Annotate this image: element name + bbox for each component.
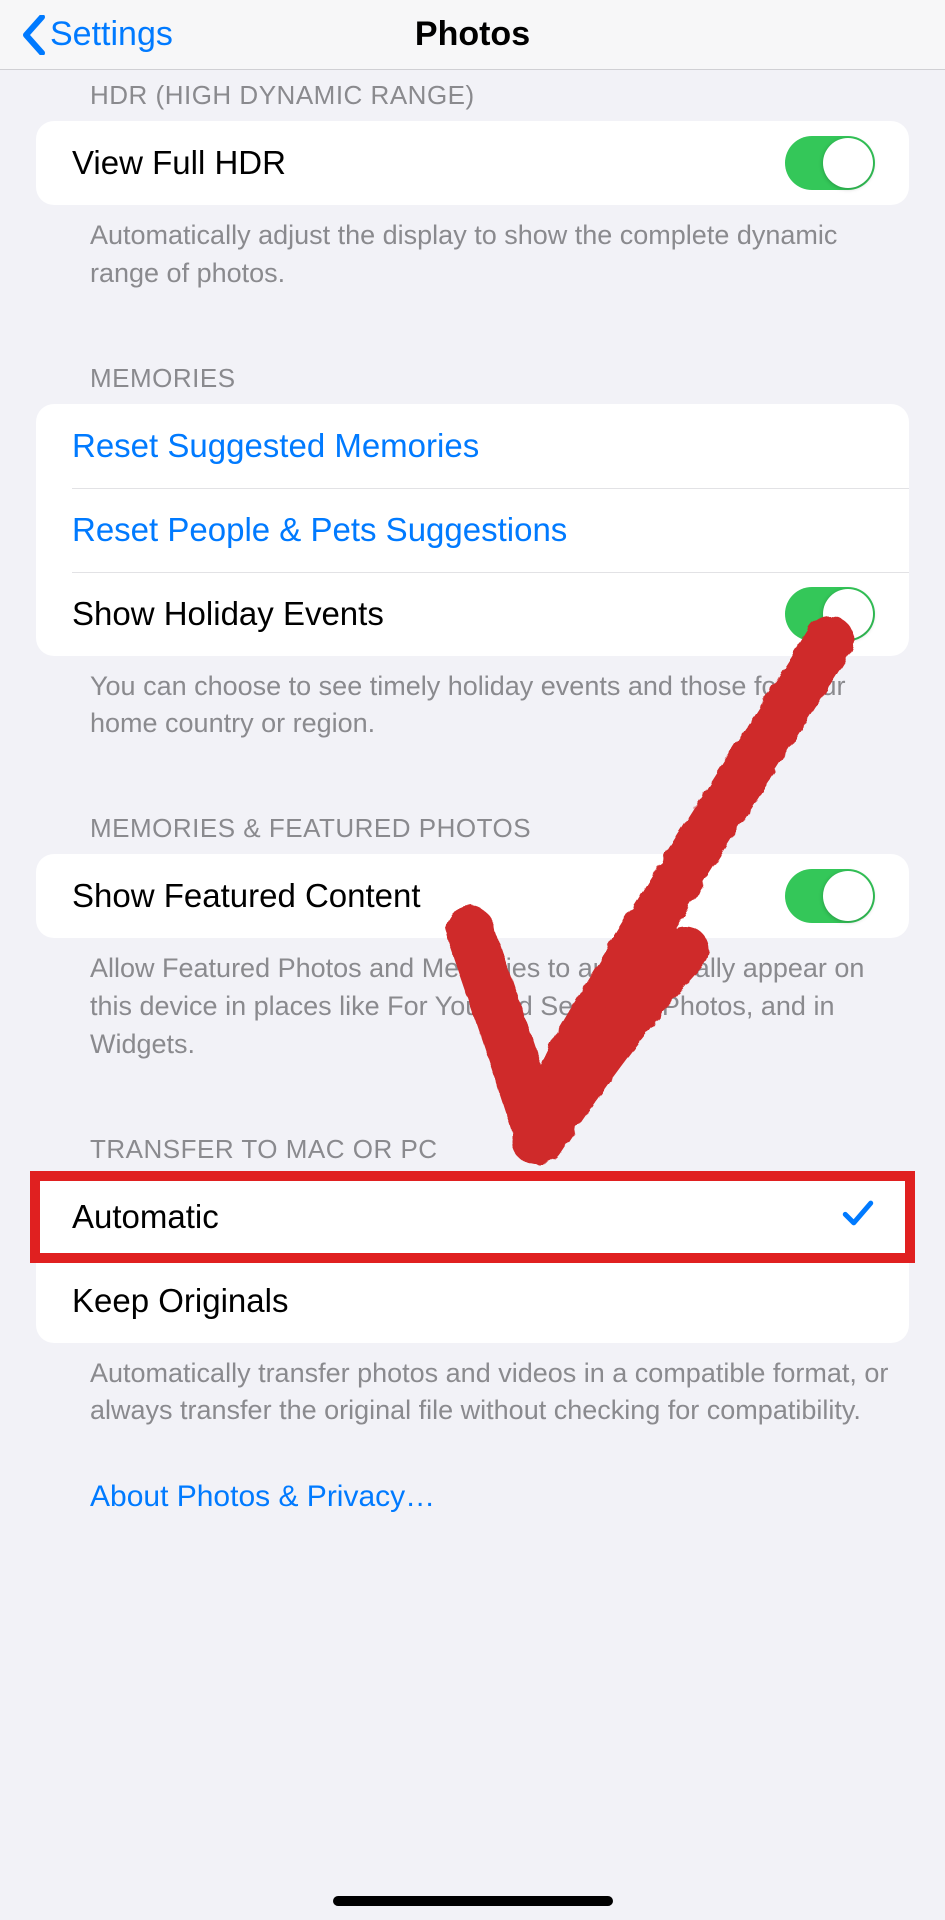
checkmark-icon xyxy=(841,1196,875,1238)
about-photos-privacy-link[interactable]: About Photos & Privacy… xyxy=(0,1440,945,1524)
section-header-hdr: HDR (HIGH DYNAMIC RANGE) xyxy=(0,70,945,121)
page-title: Photos xyxy=(415,15,530,54)
row-label: Keep Originals xyxy=(72,1282,288,1320)
row-transfer-automatic[interactable]: Automatic xyxy=(36,1175,909,1259)
row-reset-people-pets[interactable]: Reset People & Pets Suggestions xyxy=(36,488,909,572)
settings-content: HDR (HIGH DYNAMIC RANGE) View Full HDR A… xyxy=(0,70,945,1584)
toggle-view-full-hdr[interactable] xyxy=(785,136,875,190)
row-transfer-keep-originals[interactable]: Keep Originals xyxy=(36,1259,909,1343)
nav-bar: Settings Photos xyxy=(0,0,945,70)
section-footer-memories: You can choose to see timely holiday eve… xyxy=(0,656,945,754)
row-label: View Full HDR xyxy=(72,144,286,182)
section-header-featured: MEMORIES & FEATURED PHOTOS xyxy=(0,753,945,854)
row-reset-suggested-memories[interactable]: Reset Suggested Memories xyxy=(36,404,909,488)
row-label: Automatic xyxy=(72,1198,219,1236)
group-memories: Reset Suggested Memories Reset People & … xyxy=(36,404,909,656)
home-indicator[interactable] xyxy=(333,1896,613,1906)
chevron-left-icon xyxy=(20,15,48,55)
section-footer-transfer: Automatically transfer photos and videos… xyxy=(0,1343,945,1441)
group-hdr: View Full HDR xyxy=(36,121,909,205)
row-view-full-hdr[interactable]: View Full HDR xyxy=(36,121,909,205)
section-footer-featured: Allow Featured Photos and Memories to au… xyxy=(0,938,945,1073)
back-label: Settings xyxy=(50,15,173,54)
section-header-transfer: TRANSFER TO MAC OR PC xyxy=(0,1074,945,1175)
row-show-featured-content[interactable]: Show Featured Content xyxy=(36,854,909,938)
group-transfer: Automatic Keep Originals xyxy=(36,1175,909,1343)
row-show-holiday-events[interactable]: Show Holiday Events xyxy=(36,572,909,656)
row-label: Show Holiday Events xyxy=(72,595,384,633)
section-header-memories: MEMORIES xyxy=(0,303,945,404)
toggle-show-featured-content[interactable] xyxy=(785,869,875,923)
row-label: Show Featured Content xyxy=(72,877,421,915)
back-button[interactable]: Settings xyxy=(20,0,173,69)
section-footer-hdr: Automatically adjust the display to show… xyxy=(0,205,945,303)
row-label: Reset Suggested Memories xyxy=(72,427,479,465)
toggle-show-holiday-events[interactable] xyxy=(785,587,875,641)
group-featured: Show Featured Content xyxy=(36,854,909,938)
row-label: Reset People & Pets Suggestions xyxy=(72,511,567,549)
